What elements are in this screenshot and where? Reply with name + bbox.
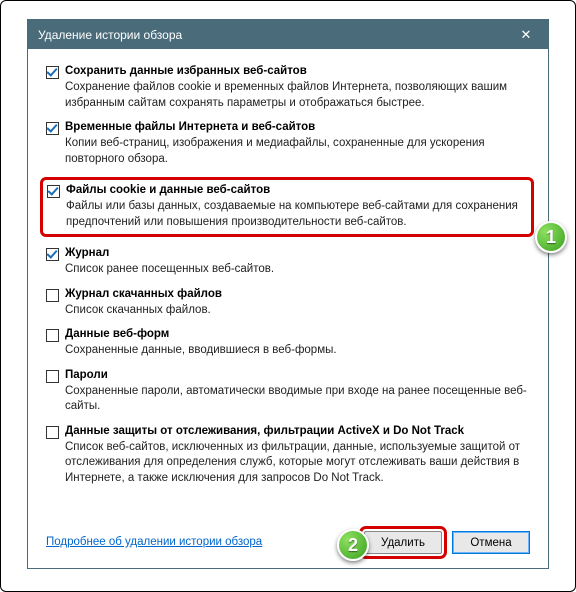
dialog-window: Удаление истории обзора ✕ Сохранить данн… [27, 19, 549, 569]
titlebar: Удаление истории обзора ✕ [28, 20, 548, 49]
option-1: Временные файлы Интернета и веб-сайтов Ко… [46, 121, 530, 167]
checkbox-6[interactable] [46, 370, 59, 383]
option-desc: Список ранее посещенных веб-сайтов. [65, 262, 530, 278]
checkbox-7[interactable] [46, 426, 59, 439]
option-title: Файлы cookie и данные веб-сайтов [66, 184, 270, 196]
cancel-button[interactable]: Отмена [452, 531, 530, 554]
option-desc: Сохраненные пароли, автоматически вводим… [65, 384, 530, 415]
option-desc: Сохранение файлов cookie и временных фай… [65, 80, 530, 111]
option-5: Данные веб-форм Сохраненные данные, вводи… [46, 328, 530, 359]
checkbox-4[interactable] [46, 289, 59, 302]
dialog-buttons: Удалить Отмена [364, 531, 530, 554]
learn-more-link[interactable]: Подробнее об удалении истории обзора [46, 536, 262, 548]
option-7: Данные защиты от отслеживания, фильтраци… [46, 425, 530, 487]
checkbox-1[interactable] [46, 122, 59, 135]
option-title: Сохранить данные избранных веб-сайтов [65, 65, 307, 77]
option-desc: Файлы или базы данных, создаваемые на ко… [66, 199, 527, 230]
option-title: Данные защиты от отслеживания, фильтраци… [65, 425, 464, 437]
option-title: Временные файлы Интернета и веб-сайтов [65, 121, 315, 133]
dialog-content: Сохранить данные избранных веб-сайтов Сох… [28, 49, 548, 568]
option-0: Сохранить данные избранных веб-сайтов Сох… [46, 65, 530, 111]
callout-badge-1: 1 [535, 221, 567, 253]
option-title: Журнал [65, 247, 109, 259]
option-4: Журнал скачанных файлов Список скачанных … [46, 288, 530, 319]
window-title: Удаление истории обзора [38, 28, 182, 42]
option-3: Журнал Список ранее посещенных веб-сайтов… [46, 247, 530, 278]
callout-badge-2: 2 [337, 529, 369, 561]
option-title: Данные веб-форм [65, 328, 169, 340]
checkbox-2[interactable] [47, 185, 60, 198]
delete-button[interactable]: Удалить [364, 531, 442, 554]
checkbox-3[interactable] [46, 248, 59, 261]
close-icon[interactable]: ✕ [504, 20, 548, 49]
option-desc: Сохраненные данные, вводившиеся в веб-фо… [65, 343, 530, 359]
option-6: Пароли Сохраненные пароли, автоматически … [46, 369, 530, 415]
option-2: Файлы cookie и данные веб-сайтов Файлы ил… [40, 177, 534, 237]
option-desc: Копии веб-страниц, изображения и медиафа… [65, 136, 530, 167]
option-desc: Список веб-сайтов, исключенных из фильтр… [65, 440, 530, 487]
option-title: Пароли [65, 369, 108, 381]
option-title: Журнал скачанных файлов [65, 288, 222, 300]
option-desc: Список скачанных файлов. [65, 303, 530, 319]
checkbox-0[interactable] [46, 66, 59, 79]
checkbox-5[interactable] [46, 329, 59, 342]
